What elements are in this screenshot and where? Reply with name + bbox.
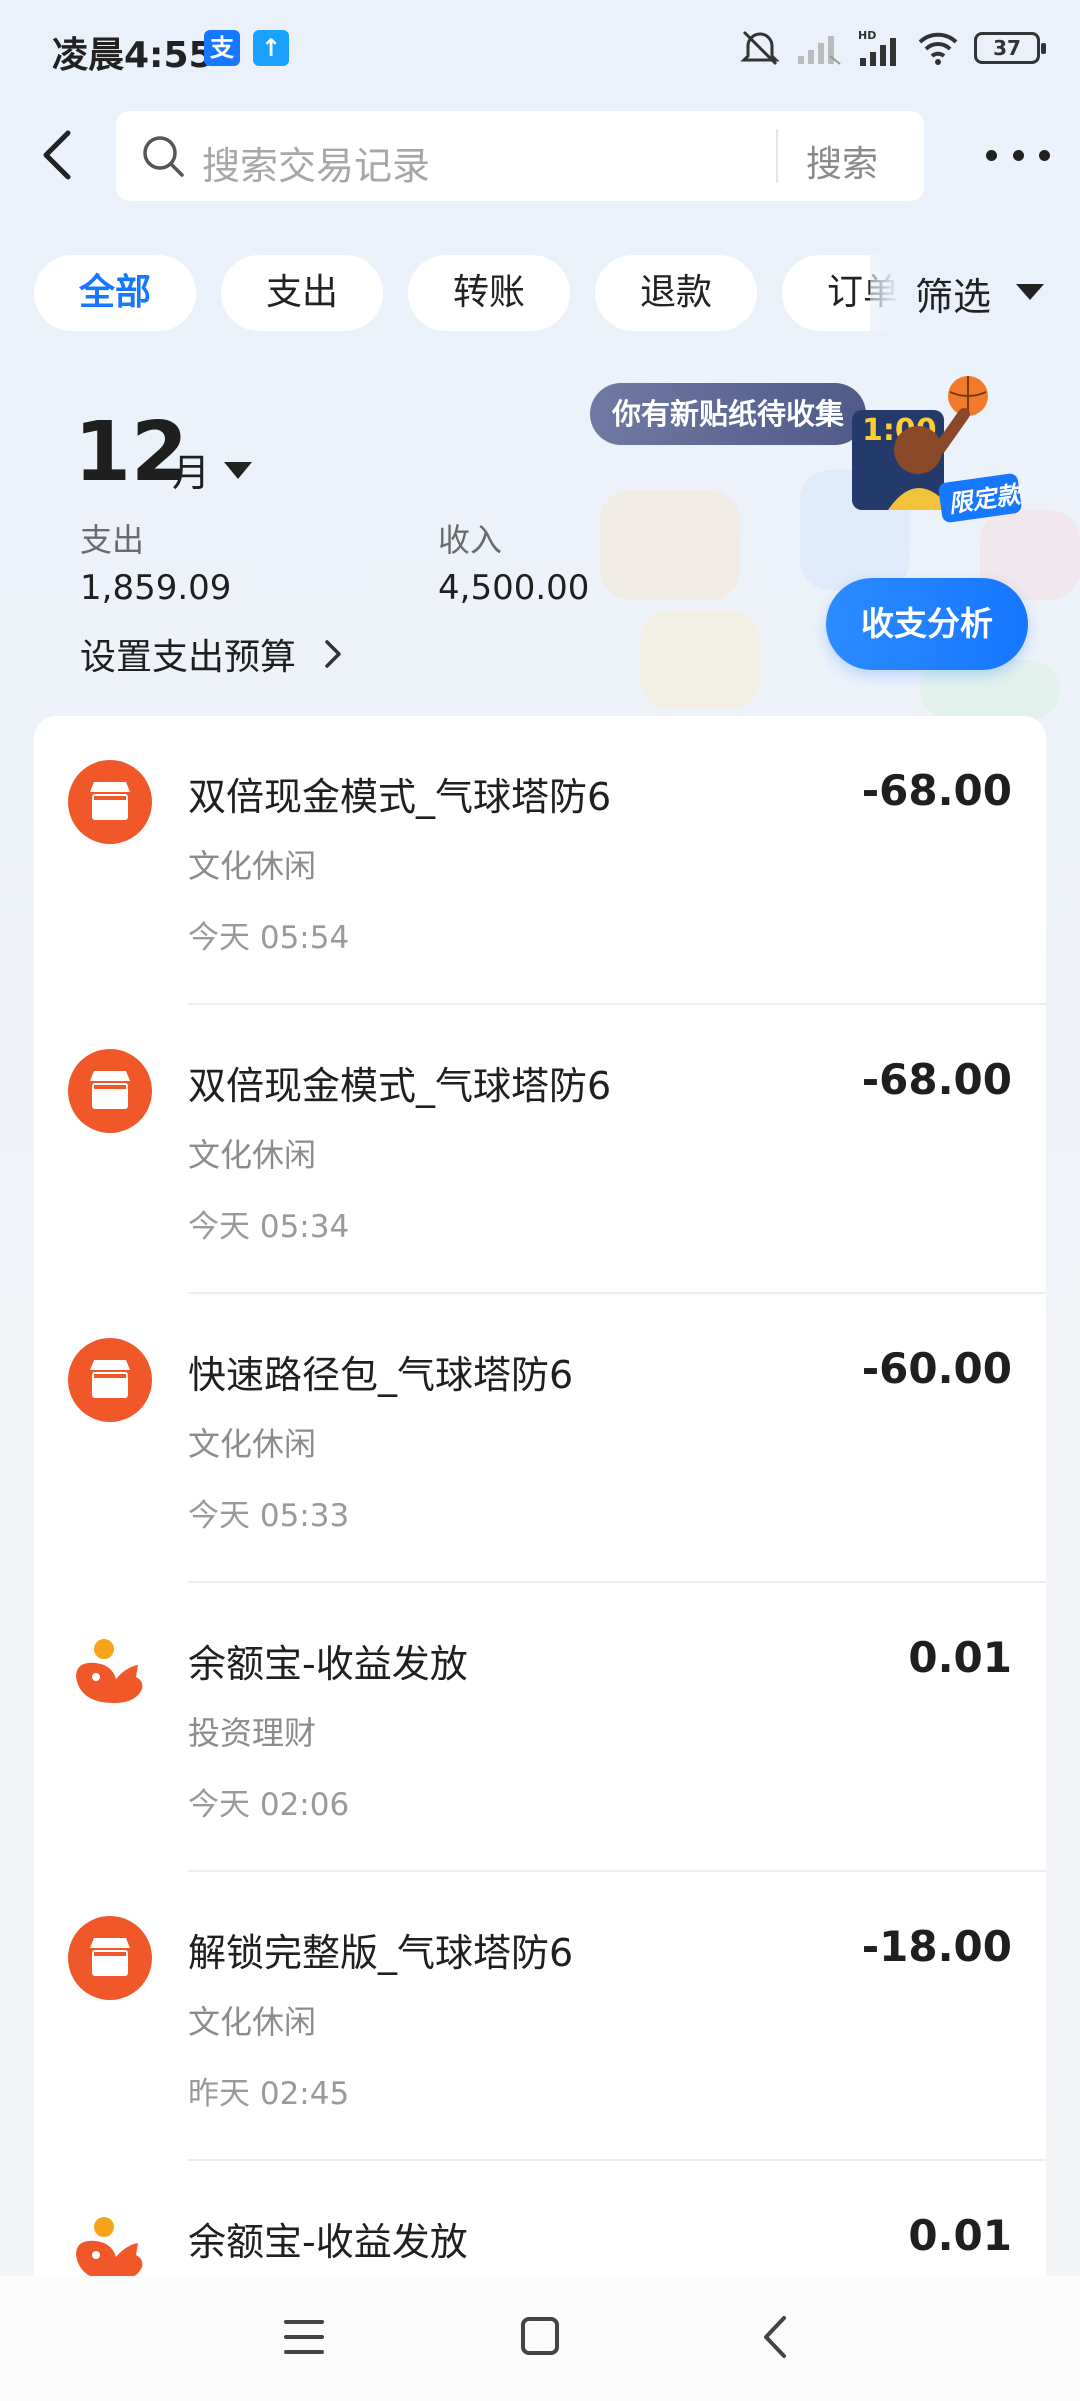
transaction-list: 双倍现金模式_气球塔防6 文化休闲 今天 05:54 -68.00 双倍现金模式… bbox=[34, 716, 1046, 2276]
chip-refund[interactable]: 退款 bbox=[595, 255, 757, 331]
signal-hd-label: HD bbox=[858, 29, 876, 42]
more-options-icon[interactable] bbox=[986, 140, 1050, 170]
income-expense-analysis-button[interactable]: 收支分析 bbox=[826, 578, 1028, 670]
transaction-time: 今天 05:33 bbox=[188, 1498, 350, 1534]
transaction-item[interactable]: 快速路径包_气球塔防6 文化休闲 今天 05:33 -60.00 bbox=[34, 1294, 1046, 1583]
mute-icon bbox=[740, 30, 780, 66]
transaction-amount: -68.00 bbox=[861, 766, 1012, 815]
chip-transfer[interactable]: 转账 bbox=[408, 255, 570, 331]
signal-weak-icon bbox=[798, 36, 841, 65]
transaction-item[interactable]: 余额宝-收益发放 投资理财 今天 02:06 0.01 bbox=[34, 1583, 1046, 1872]
income-label: 收入 bbox=[438, 521, 503, 559]
alipay-notification-icon: 支 bbox=[204, 30, 240, 66]
basketball-sticker-icon[interactable]: 1:00 限定款 bbox=[848, 370, 1028, 530]
status-time: 凌晨4:55 bbox=[52, 35, 214, 76]
back-button[interactable] bbox=[30, 125, 90, 185]
status-icons: HD 37 bbox=[738, 28, 1046, 68]
transaction-title: 余额宝-收益发放 bbox=[188, 1642, 468, 1686]
transaction-time: 昨天 02:45 bbox=[188, 2076, 350, 2112]
shop-icon bbox=[68, 760, 152, 844]
transaction-title: 余额宝-收益发放 bbox=[188, 2220, 468, 2264]
search-input[interactable]: 搜索交易记录 搜索 bbox=[116, 111, 924, 201]
expense-label: 支出 bbox=[80, 521, 145, 559]
transaction-amount: 0.01 bbox=[908, 1633, 1012, 1682]
filter-button[interactable]: 筛选 bbox=[915, 266, 991, 321]
search-icon bbox=[143, 136, 184, 177]
transaction-title: 双倍现金模式_气球塔防6 bbox=[188, 775, 612, 819]
transaction-title: 双倍现金模式_气球塔防6 bbox=[188, 1064, 612, 1108]
month-caret-icon[interactable] bbox=[224, 462, 252, 479]
transaction-item[interactable]: 解锁完整版_气球塔防6 文化休闲 昨天 02:45 -18.00 bbox=[34, 1872, 1046, 2161]
yuebao-icon bbox=[76, 2217, 143, 2276]
transaction-title: 解锁完整版_气球塔防6 bbox=[188, 1931, 574, 1975]
system-nav-bar bbox=[0, 2276, 1080, 2401]
transaction-time: 今天 05:34 bbox=[188, 1209, 350, 1245]
transaction-amount: -60.00 bbox=[861, 1344, 1012, 1393]
wifi-icon bbox=[918, 32, 958, 65]
home-icon[interactable] bbox=[520, 2316, 560, 2356]
upload-notification-icon: ↑ bbox=[253, 30, 289, 66]
month-unit[interactable]: 月 bbox=[172, 442, 210, 497]
transaction-amount: 0.01 bbox=[908, 2211, 1012, 2260]
transaction-category: 文化休闲 bbox=[188, 847, 317, 885]
budget-link[interactable]: 设置支出预算 bbox=[80, 628, 296, 680]
transaction-item[interactable]: 双倍现金模式_气球塔防6 文化休闲 今天 05:34 -68.00 bbox=[34, 1005, 1046, 1294]
chevron-right-icon[interactable] bbox=[318, 634, 348, 674]
sticker-bubble[interactable]: 你有新贴纸待收集 bbox=[590, 383, 867, 445]
transaction-title: 快速路径包_气球塔防6 bbox=[188, 1353, 574, 1397]
transaction-category: 文化休闲 bbox=[188, 1136, 317, 1174]
shop-icon bbox=[68, 1338, 152, 1422]
transaction-amount: -68.00 bbox=[861, 1055, 1012, 1104]
search-button[interactable]: 搜索 bbox=[806, 135, 878, 187]
yuebao-icon bbox=[76, 1639, 143, 1703]
chip-all[interactable]: 全部 bbox=[34, 255, 196, 331]
month-number[interactable]: 12 bbox=[74, 405, 188, 500]
transaction-time: 今天 02:06 bbox=[188, 1787, 350, 1823]
transaction-item[interactable]: 余额宝-收益发放 0.01 bbox=[34, 2161, 1046, 2276]
transaction-item[interactable]: 双倍现金模式_气球塔防6 文化休闲 今天 05:54 -68.00 bbox=[34, 716, 1046, 1005]
filter-caret-icon[interactable] bbox=[1016, 284, 1044, 300]
shop-icon bbox=[68, 1049, 152, 1133]
menu-icon[interactable] bbox=[284, 2314, 324, 2360]
transaction-category: 文化休闲 bbox=[188, 1425, 317, 1463]
battery-icon: 37 bbox=[974, 32, 1046, 64]
shop-icon bbox=[68, 1916, 152, 2000]
status-bar: 凌晨4:55 支 ↑ HD 37 bbox=[0, 0, 1080, 100]
chip-expense[interactable]: 支出 bbox=[221, 255, 383, 331]
nav-back-icon[interactable] bbox=[758, 2312, 792, 2362]
search-placeholder: 搜索交易记录 bbox=[202, 144, 431, 188]
transaction-amount: -18.00 bbox=[861, 1922, 1012, 1971]
transaction-time: 今天 05:54 bbox=[188, 920, 350, 956]
transaction-category: 投资理财 bbox=[188, 1714, 317, 1752]
signal-hd-icon: HD bbox=[858, 29, 896, 66]
search-divider bbox=[776, 129, 778, 183]
expense-value: 1,859.09 bbox=[80, 568, 232, 608]
transaction-category: 文化休闲 bbox=[188, 2003, 317, 2041]
income-value: 4,500.00 bbox=[438, 568, 590, 608]
